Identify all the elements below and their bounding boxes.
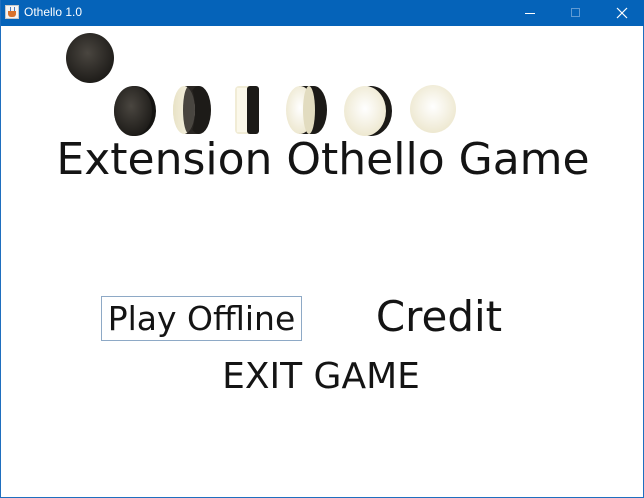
java-icon (5, 5, 19, 19)
disc-black (114, 86, 156, 136)
play-offline-button[interactable]: Play Offline (101, 296, 302, 341)
maximize-button[interactable] (553, 0, 599, 26)
game-title: Extension Othello Game (56, 134, 590, 185)
disc-black-turning (173, 86, 211, 134)
window-title: Othello 1.0 (24, 5, 83, 19)
disc-flip-animation (66, 33, 456, 136)
main-content: Extension Othello Game Play Offline Cred… (1, 26, 644, 498)
disc-white-turning (286, 86, 327, 134)
maximize-icon (571, 8, 580, 17)
disc-white-rim (344, 86, 392, 136)
disc-white (410, 85, 456, 133)
minimize-button[interactable] (507, 0, 553, 26)
app-window: Othello 1.0 Extension Othello Game Play … (0, 0, 644, 498)
exit-game-button[interactable]: EXIT GAME (201, 354, 441, 400)
title-bar[interactable]: Othello 1.0 (1, 0, 644, 26)
minimize-icon (525, 13, 535, 14)
disc-black-large (66, 33, 114, 83)
close-icon (616, 7, 628, 19)
credit-button[interactable]: Credit (371, 292, 507, 342)
close-button[interactable] (599, 0, 644, 26)
disc-edge (235, 86, 259, 134)
